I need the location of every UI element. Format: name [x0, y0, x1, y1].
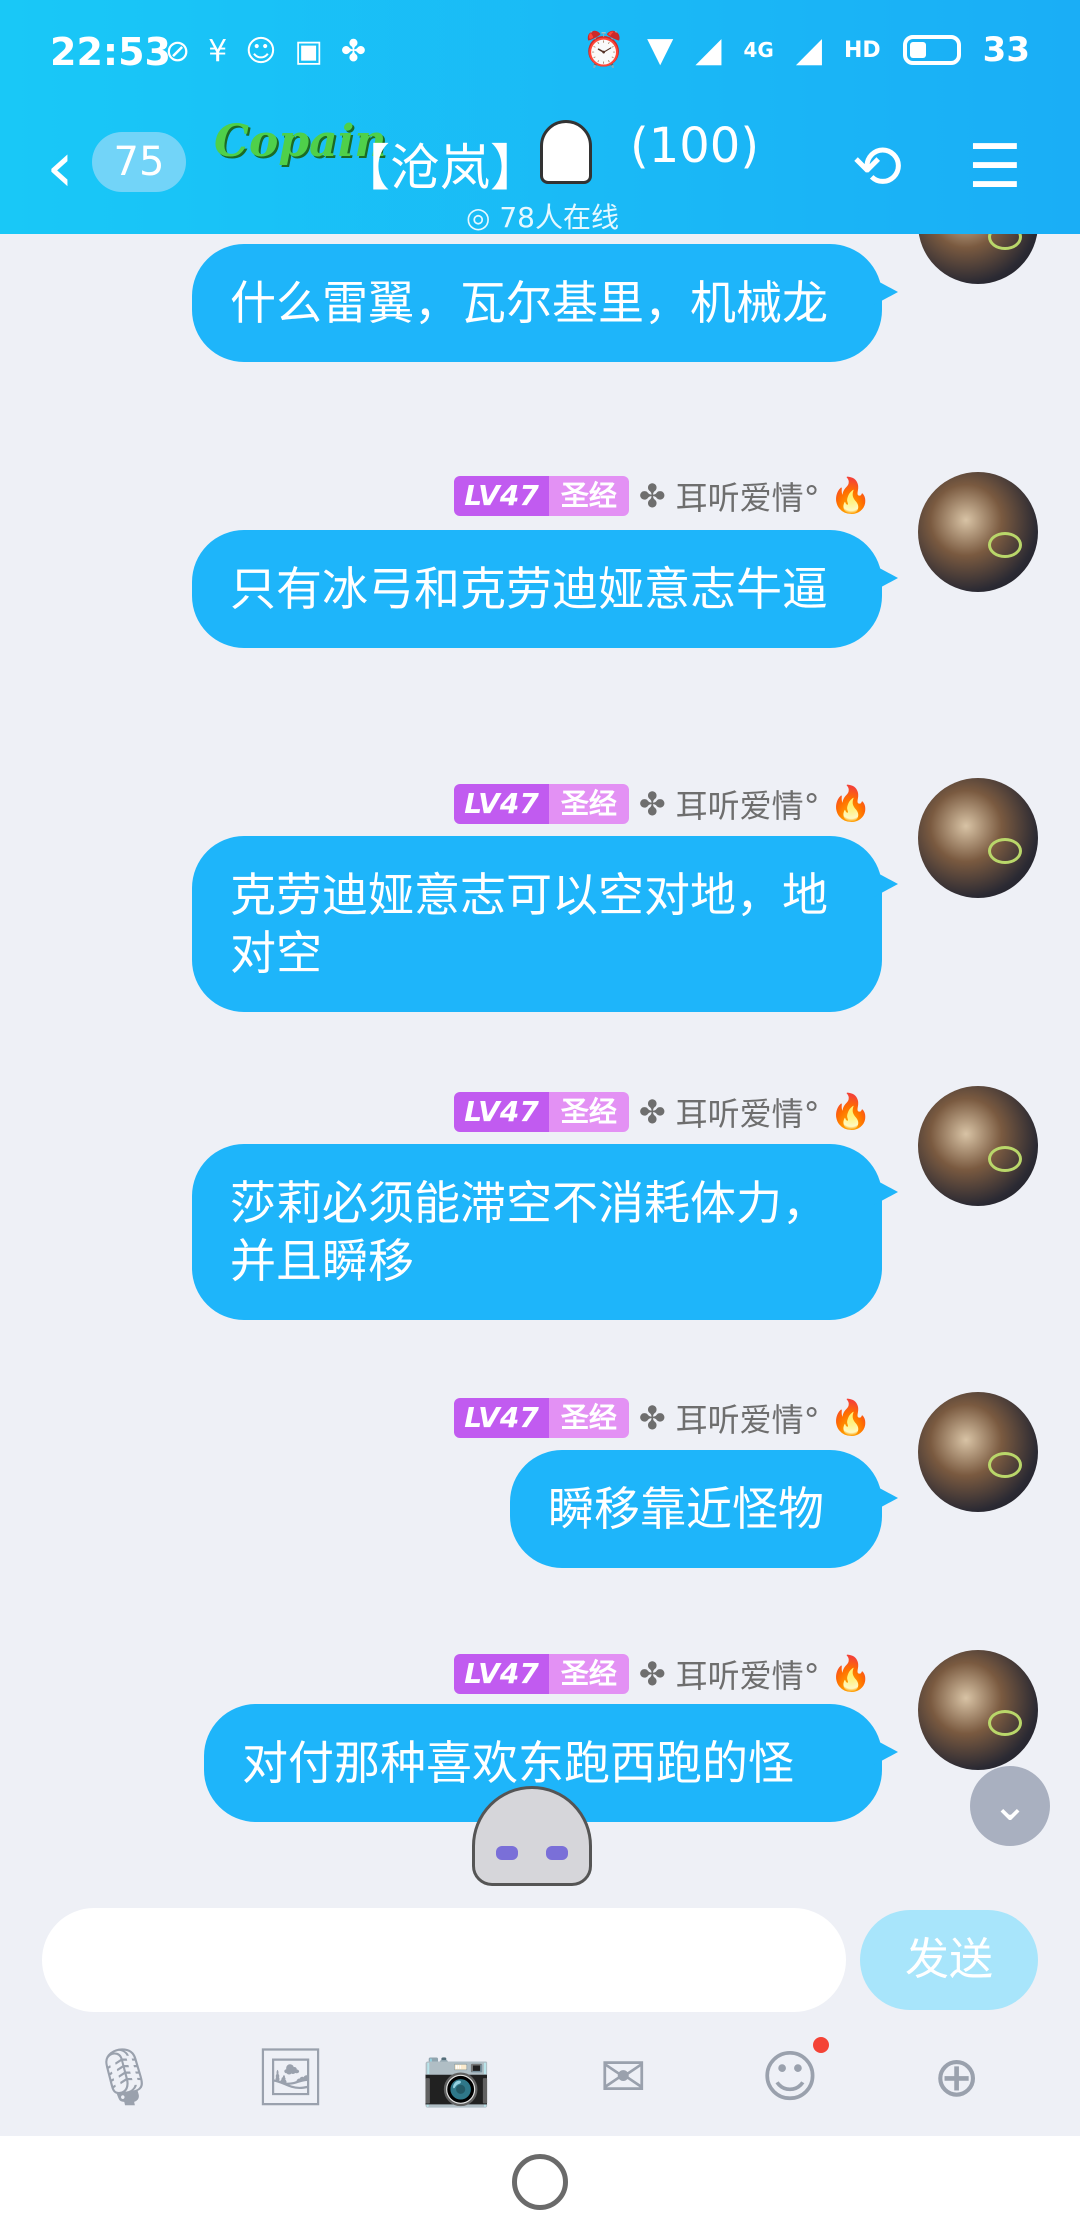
wifi-icon: ▼ — [647, 30, 674, 70]
title-text: 圣经 — [548, 784, 629, 824]
top-header: 22:53 ⊘ ¥ ☺ ▣ ✤ ⏰ ▼ ◢ 4G ◢ HD 33 ‹ 75 Co… — [0, 0, 1080, 234]
mascot-hair — [472, 1786, 592, 1886]
mascot-eyes — [496, 1846, 568, 1864]
online-count: ◎ 78人在线 — [466, 201, 619, 234]
home-button[interactable] — [512, 2154, 568, 2210]
signal-icon: ◢ — [695, 30, 722, 70]
status-bar: 22:53 ⊘ ¥ ☺ ▣ ✤ ⏰ ▼ ◢ 4G ◢ HD 33 — [0, 0, 1080, 110]
fire-icon: 🔥 — [829, 1398, 872, 1438]
system-nav-bar — [0, 2136, 1080, 2232]
fire-icon: 🔥 — [829, 784, 872, 824]
avatar[interactable] — [918, 1650, 1038, 1770]
microphone-icon[interactable]: 🎙 — [88, 2043, 159, 2113]
sender-meta: LV47 圣经 ✤ 耳听爱情° 🔥 — [454, 1090, 872, 1134]
title-text: 圣经 — [548, 1654, 629, 1694]
message-bubble[interactable]: 什么雷翼，瓦尔基里，机械龙 — [192, 244, 898, 362]
scroll-down-icon[interactable]: ⌄ — [970, 1766, 1050, 1846]
avatar[interactable] — [918, 472, 1038, 592]
online-count-text: 78人在线 — [499, 201, 619, 234]
avatar[interactable] — [918, 1392, 1038, 1512]
clover-icon: ✤ — [638, 1093, 666, 1131]
sender-nickname[interactable]: 耳听爱情° — [676, 473, 820, 519]
level-badge: LV47 圣经 — [454, 1654, 629, 1694]
notification-dot — [812, 2037, 829, 2053]
battery-level: 33 — [982, 30, 1030, 70]
message-bubble[interactable]: 克劳迪娅意志可以空对地，地对空 — [192, 836, 898, 1012]
sender-nickname[interactable]: 耳听爱情° — [676, 1651, 820, 1697]
plus-icon[interactable]: ⊕ — [922, 2043, 992, 2113]
emoji-icon[interactable]: ☺ — [755, 2037, 829, 2113]
payment-icon: ▣ — [294, 34, 323, 69]
clover-icon: ✤ — [638, 477, 666, 515]
sender-meta: LV47 圣经 ✤ 耳听爱情° 🔥 — [454, 474, 872, 518]
mascot-sticker — [462, 1786, 602, 1904]
title-text: 圣经 — [548, 1092, 629, 1132]
alarm-icon: ⏰ — [582, 30, 626, 70]
unread-badge[interactable]: 75 — [92, 132, 186, 192]
user-icon: ☺ — [245, 34, 277, 69]
level-text: LV47 — [454, 1092, 549, 1132]
message-bubble[interactable]: 莎莉必须能滞空不消耗体力，并且瞬移 — [192, 1144, 898, 1320]
level-badge: LV47 圣经 — [454, 784, 629, 824]
level-badge: LV47 圣经 — [454, 1398, 629, 1438]
sender-meta: LV47 圣经 ✤ 耳听爱情° 🔥 — [454, 1396, 872, 1440]
avatar[interactable] — [918, 1086, 1038, 1206]
level-text: LV47 — [454, 784, 549, 824]
clover-icon: ✤ — [638, 785, 666, 823]
fire-icon: 🔥 — [829, 1092, 872, 1132]
sender-nickname[interactable]: 耳听爱情° — [676, 1089, 820, 1135]
level-badge: LV47 圣经 — [454, 476, 629, 516]
clover-icon: ✤ — [638, 1399, 666, 1437]
member-count[interactable]: (100) — [630, 118, 759, 174]
back-icon[interactable]: ‹ — [46, 132, 74, 202]
input-toolbar: 🎙 🖼 📷 ✉ ☺ ⊕ — [0, 2020, 1080, 2136]
level-text: LV47 — [454, 1654, 549, 1694]
group-title[interactable]: 【沧岚】 — [340, 128, 540, 200]
link-icon: ⊘ — [165, 34, 191, 69]
sender-nickname[interactable]: 耳听爱情° — [676, 781, 820, 827]
network-type: 4G — [743, 38, 774, 62]
battery-icon — [902, 35, 961, 65]
title-text: 圣经 — [548, 476, 629, 516]
red-packet-icon[interactable]: ✉ — [588, 2043, 658, 2113]
level-badge: LV47 圣经 — [454, 1092, 629, 1132]
sender-meta: LV47 圣经 ✤ 耳听爱情° 🔥 — [454, 782, 872, 826]
game-icon[interactable]: ⟲ — [852, 132, 902, 202]
camera-icon[interactable]: 📷 — [422, 2043, 492, 2113]
chat-area[interactable]: 什么雷翼，瓦尔基里，机械龙 LV47 圣经 ✤ 耳听爱情° 🔥 只有冰弓和克劳迪娅… — [0, 234, 1080, 1904]
avatar[interactable] — [918, 234, 1038, 284]
fire-icon: 🔥 — [829, 1654, 872, 1694]
chat-navbar: ‹ 75 Copain 【沧岚】 (100) ◎ 78人在线 ⟲ ☰ — [0, 110, 1080, 234]
message-bubble[interactable]: 瞬移靠近怪物 — [510, 1450, 898, 1568]
ghost-icon — [540, 120, 592, 184]
status-time: 22:53 — [50, 30, 171, 74]
title-text: 圣经 — [548, 1398, 629, 1438]
notification-icons: ⊘ ¥ ☺ ▣ ✤ — [165, 34, 366, 69]
send-button[interactable]: 发送 — [860, 1910, 1038, 2010]
level-text: LV47 — [454, 476, 549, 516]
message-input[interactable] — [42, 1908, 846, 2012]
avatar[interactable] — [918, 778, 1038, 898]
yuan-icon: ¥ — [208, 34, 228, 69]
sender-nickname[interactable]: 耳听爱情° — [676, 1395, 820, 1441]
signal-icon: ◢ — [795, 30, 822, 70]
message-bubble[interactable]: 只有冰弓和克劳迪娅意志牛逼 — [192, 530, 898, 648]
input-bar: 发送 — [0, 1904, 1080, 2016]
clover-icon: ✤ — [340, 34, 367, 69]
image-icon[interactable]: 🖼 — [255, 2043, 326, 2113]
sender-meta: LV47 圣经 ✤ 耳听爱情° 🔥 — [454, 1652, 872, 1696]
hd-label: HD — [843, 37, 881, 63]
menu-icon[interactable]: ☰ — [968, 132, 1022, 202]
clover-icon: ✤ — [638, 1655, 666, 1693]
fire-icon: 🔥 — [829, 476, 872, 516]
status-right: ⏰ ▼ ◢ 4G ◢ HD 33 — [583, 30, 1030, 70]
level-text: LV47 — [454, 1398, 549, 1438]
